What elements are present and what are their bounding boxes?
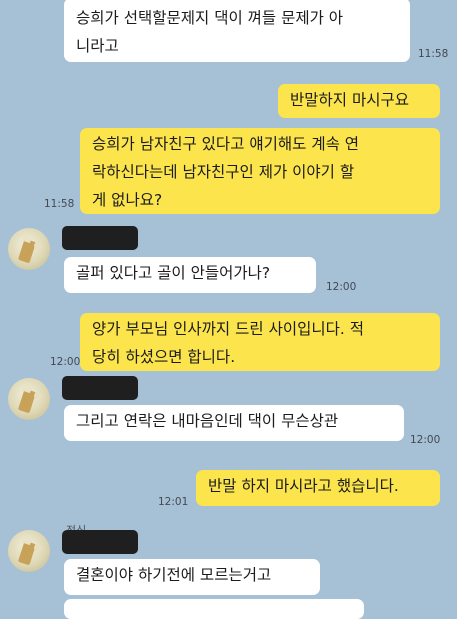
message-time: 12:01	[158, 496, 189, 508]
sender-name-redacted	[62, 530, 138, 554]
sender-avatar[interactable]	[8, 530, 50, 572]
message-bubble-outgoing[interactable]: 양가 부모님 인사까지 드린 사이입니다. 적 당히 하셨으면 합니다.	[80, 313, 440, 371]
message-bubble-outgoing[interactable]: 승희가 남자친구 있다고 얘기해도 계속 연 락하신다는데 남자친구인 제가 이…	[80, 128, 440, 214]
sender-avatar[interactable]	[8, 378, 50, 420]
profile-image-icon	[18, 234, 42, 263]
message-bubble-outgoing[interactable]: 반말하지 마시구요	[278, 84, 440, 118]
message-bubble-incoming[interactable]: 골퍼 있다고 골이 안들어가나?	[64, 257, 316, 293]
message-time: 11:58	[44, 198, 75, 210]
profile-image-icon	[18, 384, 42, 413]
profile-image-icon	[18, 536, 42, 565]
message-time: 12:00	[410, 434, 441, 446]
message-bubble-outgoing[interactable]: 반말 하지 마시라고 했습니다.	[196, 470, 440, 506]
sender-name-redacted	[62, 376, 138, 400]
sender-avatar[interactable]	[8, 228, 50, 270]
message-time: 11:58	[418, 48, 449, 60]
chat-screen: { "messages": [ {"text": "승희가 선택할문제지 댁이 …	[0, 0, 457, 619]
message-bubble-incoming[interactable]: 결혼이야 하기전에 모르는거고	[64, 559, 320, 595]
message-time: 12:00	[50, 356, 81, 368]
message-bubble-incoming[interactable]: 승희가 선택할문제지 댁이 껴들 문제가 아 니라고	[64, 0, 410, 62]
message-bubble-incoming[interactable]: 그리고 연락은 내마음인데 댁이 무슨상관	[64, 405, 404, 441]
sender-name-redacted	[62, 226, 138, 250]
message-time: 12:00	[326, 281, 357, 293]
message-bubble-incoming-partial	[64, 599, 364, 619]
